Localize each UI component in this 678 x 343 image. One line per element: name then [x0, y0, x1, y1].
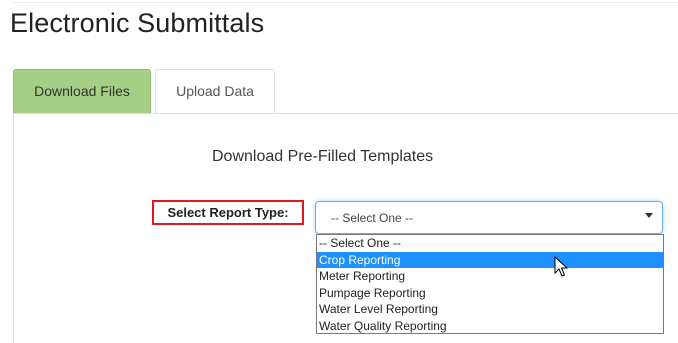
- tab-upload-data[interactable]: Upload Data: [155, 69, 275, 113]
- page-title: Electronic Submittals: [10, 8, 265, 38]
- option-water-quality-reporting[interactable]: Water Quality Reporting: [317, 318, 663, 335]
- report-type-select[interactable]: -- Select One --: [315, 201, 663, 234]
- option-water-level-reporting[interactable]: Water Level Reporting: [317, 301, 663, 318]
- section-heading: Download Pre-Filled Templates: [212, 148, 434, 165]
- select-current-value: -- Select One --: [331, 211, 414, 225]
- report-type-label: Select Report Type:: [152, 200, 304, 225]
- tab-bar: Download Files Upload Data: [13, 69, 279, 113]
- top-divider: [10, 2, 678, 3]
- caret-down-icon: [645, 213, 653, 218]
- option-crop-reporting[interactable]: Crop Reporting: [317, 251, 663, 268]
- mouse-pointer-icon: [554, 256, 568, 277]
- option-meter-reporting[interactable]: Meter Reporting: [317, 268, 663, 285]
- tab-download-files[interactable]: Download Files: [13, 69, 151, 113]
- option-select-one[interactable]: -- Select One --: [317, 235, 663, 252]
- option-pumpage-reporting[interactable]: Pumpage Reporting: [317, 285, 663, 302]
- report-type-dropdown-list: -- Select One -- Crop Reporting Meter Re…: [316, 234, 664, 334]
